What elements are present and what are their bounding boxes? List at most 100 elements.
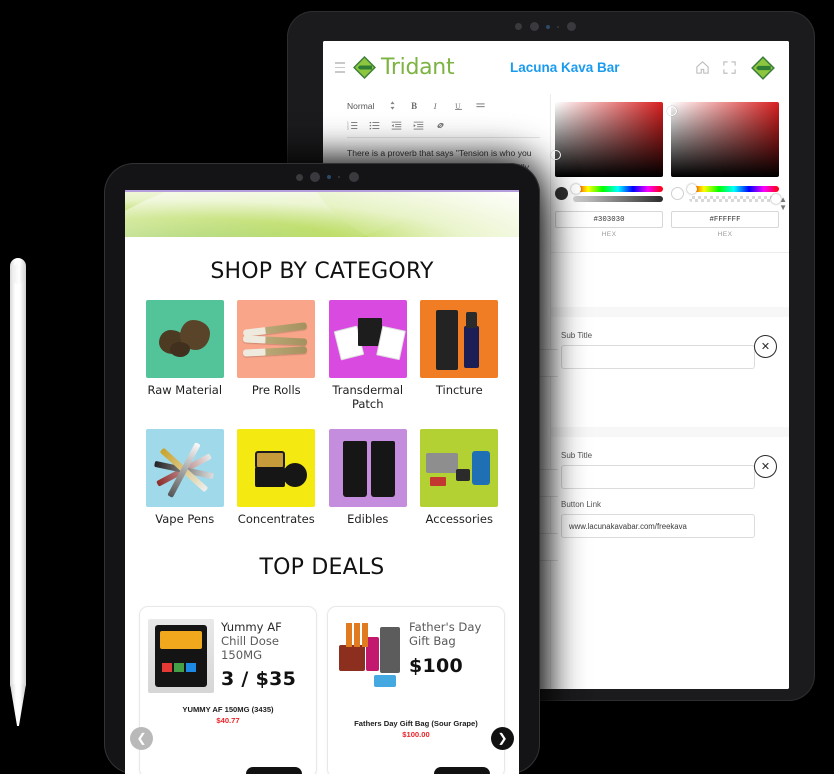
bold-icon[interactable]: B: [409, 100, 420, 111]
hero-banner: [125, 192, 519, 237]
category-label: Edibles: [347, 512, 389, 527]
chevron-left-icon[interactable]: ❮: [130, 726, 153, 750]
deal-promo-price: $100: [409, 654, 464, 677]
camera-dot: [515, 23, 522, 30]
subtitle-input-1[interactable]: [561, 345, 755, 369]
svg-text:B: B: [411, 101, 417, 111]
hue-knob[interactable]: [687, 184, 697, 194]
deal-price: $40.77: [216, 715, 240, 725]
alpha-slider[interactable]: [689, 194, 781, 204]
category-item-concentrates[interactable]: Concentrates: [235, 429, 319, 527]
unordered-list-icon[interactable]: [369, 120, 380, 131]
category-label: Transdermal Patch: [332, 383, 404, 411]
sensor-dot: [338, 176, 340, 178]
section-gap-2: [551, 375, 789, 427]
color-swatch: [555, 187, 568, 200]
edible-pouch-image: [342, 441, 367, 498]
category-item-vape-pens[interactable]: Vape Pens: [143, 429, 227, 527]
hex-label-primary: HEX: [601, 231, 617, 238]
tincture-bottle-image: [464, 326, 480, 368]
hue-slider[interactable]: [687, 184, 779, 194]
deal-card[interactable]: Father's Day Gift Bag $100 Fathers Day G…: [327, 605, 505, 774]
deal-title-line2: Chill Dose: [221, 633, 279, 648]
category-grid: Raw Material Pre Rolls Transdermal Patch…: [125, 300, 519, 527]
underline-icon[interactable]: U: [453, 100, 464, 111]
stylus-tip: [10, 684, 26, 726]
tincture-box-image: [436, 310, 459, 370]
composite-scene: Tridant Lacuna Kava Bar Normal B I U 1 2…: [0, 0, 834, 774]
header-nav: [695, 54, 777, 82]
indent-increase-icon[interactable]: [413, 120, 424, 131]
saturation-area[interactable]: [667, 102, 779, 177]
raw-material-image: [169, 342, 190, 357]
tridant-logo-mark: [353, 56, 376, 79]
chevron-updown-icon[interactable]: [387, 100, 398, 111]
category-thumb: [237, 300, 316, 378]
section-title-categories: SHOP BY CATEGORY: [210, 259, 434, 284]
stylus-pen: [10, 258, 26, 726]
accessory-image: [430, 477, 447, 487]
hex-input-secondary[interactable]: #FFFFFF: [671, 211, 779, 228]
chevron-right-icon[interactable]: ❯: [491, 726, 514, 750]
hamburger-icon[interactable]: [335, 62, 345, 73]
tridant-logo[interactable]: Tridant: [351, 54, 455, 81]
category-item-transdermal-patch[interactable]: Transdermal Patch: [326, 300, 410, 411]
saturation-knob[interactable]: [667, 106, 677, 116]
camera-dot: [310, 172, 320, 182]
hex-input-primary[interactable]: #303030: [555, 211, 663, 228]
color-picker-primary: #303030 HEX: [551, 102, 663, 238]
saturation-area[interactable]: [551, 102, 663, 177]
tridant-logo-mark-icon[interactable]: [749, 54, 777, 82]
home-icon[interactable]: [695, 60, 710, 75]
patch-image: [375, 325, 406, 361]
italic-icon[interactable]: I: [431, 100, 442, 111]
subtitle-input-2[interactable]: [561, 465, 755, 489]
stepper-down-icon[interactable]: ▼: [779, 204, 787, 212]
deal-promo-price: 3 / $35: [221, 668, 297, 691]
accessory-image: [426, 453, 459, 474]
stepper-control[interactable]: ▲ ▼: [779, 196, 787, 212]
category-thumb: [145, 429, 224, 508]
category-thumb: [237, 429, 316, 508]
category-thumb: [328, 300, 407, 378]
fullscreen-icon[interactable]: [722, 60, 737, 75]
concentrate-lid-image: [283, 463, 308, 488]
category-item-edibles[interactable]: Edibles: [326, 429, 410, 527]
section-gap: [551, 253, 789, 307]
close-circle-icon[interactable]: ✕: [754, 335, 777, 358]
category-item-pre-rolls[interactable]: Pre Rolls: [235, 300, 319, 411]
camera-dot: [349, 172, 359, 182]
stylus-flat-edge: [12, 264, 24, 284]
align-icon[interactable]: [475, 100, 486, 111]
add-to-cart-button[interactable]: [434, 766, 490, 774]
accessory-torch-image: [472, 451, 491, 486]
client-title: Lacuna Kava Bar: [509, 60, 620, 75]
format-select[interactable]: Normal: [347, 101, 374, 111]
subtitle-label-2: Sub Title: [561, 451, 593, 460]
alpha-slider[interactable]: [573, 196, 663, 202]
category-item-tincture[interactable]: Tincture: [418, 300, 502, 411]
subtitle-label-1: Sub Title: [561, 331, 593, 340]
ordered-list-icon[interactable]: 123: [347, 120, 358, 131]
saturation-knob[interactable]: [551, 150, 561, 160]
svg-text:3: 3: [347, 126, 349, 130]
category-label: Pre Rolls: [251, 383, 301, 397]
button-link-input[interactable]: www.lacunakavabar.com/freekava: [561, 514, 755, 538]
hue-knob[interactable]: [571, 184, 581, 194]
sensor-dot: [557, 26, 559, 28]
edible-pouch-image: [370, 441, 395, 498]
camera-dot: [567, 22, 576, 31]
category-item-accessories[interactable]: Accessories: [418, 429, 502, 527]
link-icon[interactable]: [435, 120, 446, 131]
deal-title-line3: 150MG: [221, 647, 263, 662]
category-item-raw-material[interactable]: Raw Material: [143, 300, 227, 411]
category-label: Tincture: [435, 383, 483, 397]
add-to-cart-button[interactable]: [246, 766, 302, 774]
button-link-label: Button Link: [561, 500, 602, 509]
deal-card[interactable]: Yummy AF Chill Dose 150MG 3 / $35 YUMMY …: [139, 605, 317, 774]
hue-slider[interactable]: [571, 184, 663, 194]
indent-decrease-icon[interactable]: [391, 120, 402, 131]
close-circle-icon[interactable]: ✕: [754, 455, 777, 478]
camera-dot: [296, 174, 303, 181]
svg-text:U: U: [455, 101, 461, 110]
